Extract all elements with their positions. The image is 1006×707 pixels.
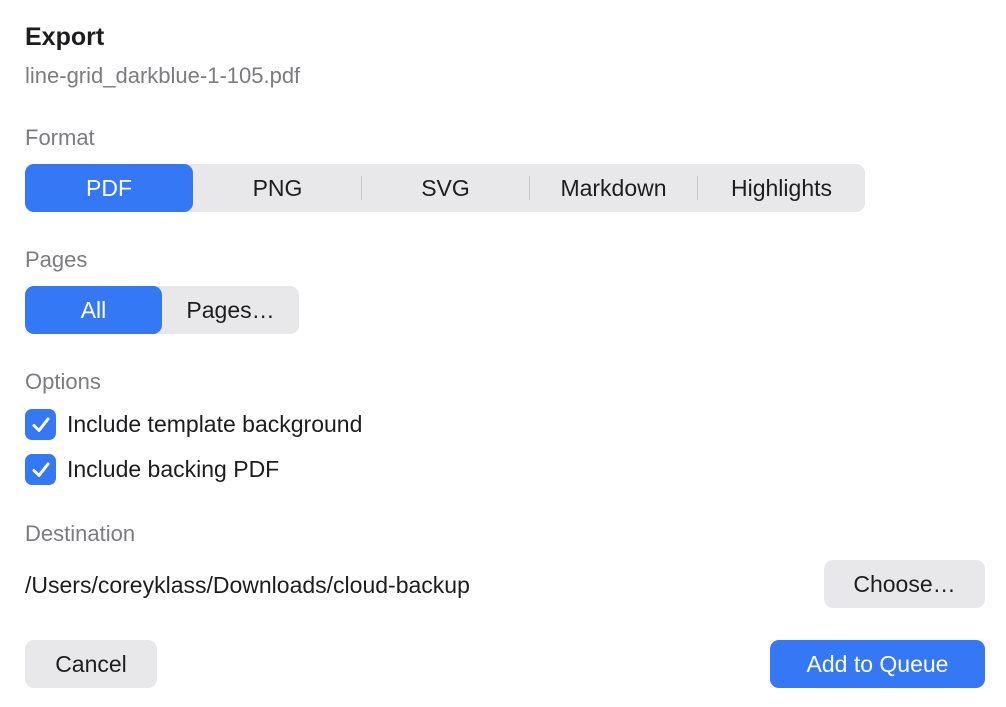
format-option-svg[interactable]: SVG (362, 164, 529, 212)
backing-pdf-label: Include backing PDF (67, 456, 280, 482)
checkmark-icon (32, 462, 49, 477)
destination-section-label: Destination (25, 521, 136, 546)
format-option-highlights[interactable]: Highlights (698, 164, 865, 212)
option-template-background: Include template background (25, 409, 362, 440)
format-option-pdf[interactable]: PDF (25, 164, 193, 212)
option-backing-pdf: Include backing PDF (25, 454, 279, 485)
dialog-title: Export (25, 23, 105, 51)
format-segmented-control: PDF PNG SVG Markdown Highlights (25, 164, 865, 212)
backing-pdf-checkbox[interactable] (25, 454, 56, 485)
template-background-checkbox[interactable] (25, 409, 56, 440)
cancel-button[interactable]: Cancel (25, 640, 157, 688)
add-to-queue-button[interactable]: Add to Queue (770, 640, 985, 688)
format-option-markdown[interactable]: Markdown (530, 164, 697, 212)
format-section-label: Format (25, 125, 95, 150)
destination-path: /Users/coreyklass/Downloads/cloud-backup (25, 572, 470, 598)
pages-section-label: Pages (25, 247, 88, 272)
choose-destination-button[interactable]: Choose… (824, 560, 985, 608)
pages-option-range[interactable]: Pages… (162, 286, 299, 334)
template-background-label: Include template background (67, 411, 363, 437)
pages-option-all[interactable]: All (25, 286, 162, 334)
options-section-label: Options (25, 369, 101, 394)
format-option-png[interactable]: PNG (194, 164, 361, 212)
export-filename: line-grid_darkblue-1-105.pdf (25, 63, 301, 88)
checkmark-icon (32, 417, 49, 432)
pages-segmented-control: All Pages… (25, 286, 299, 334)
